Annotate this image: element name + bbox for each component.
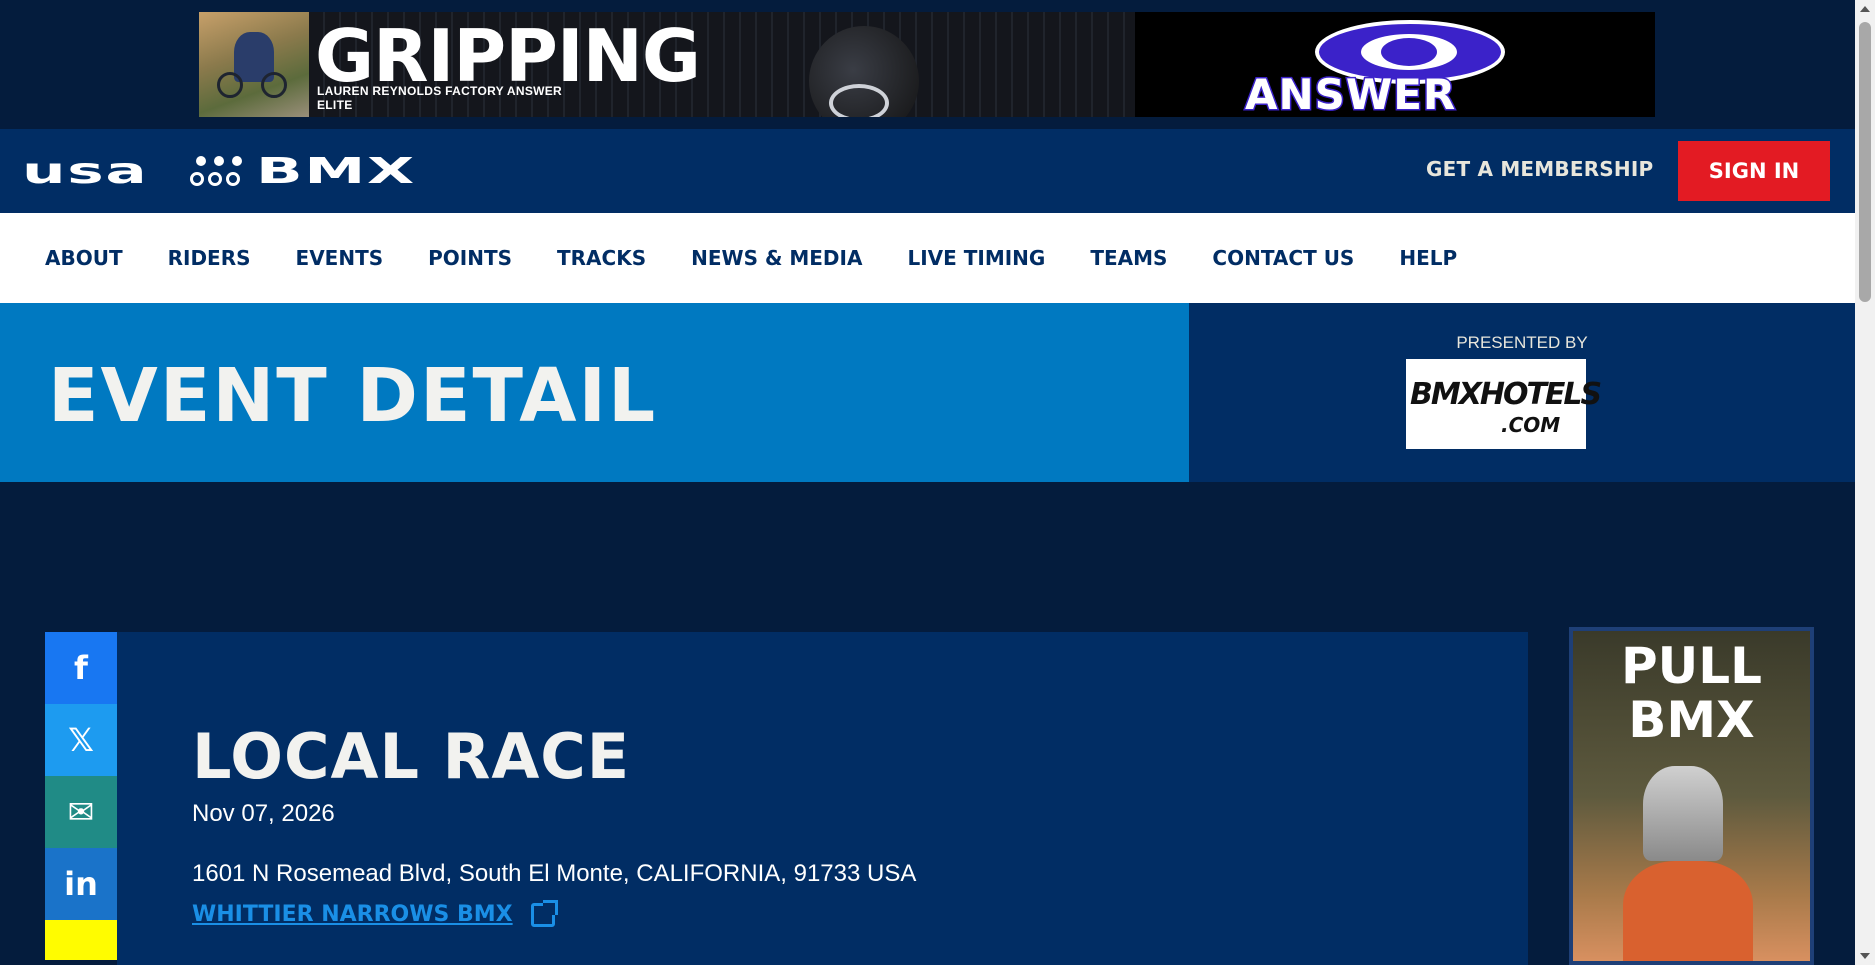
ad-text-bmx: BMX [1628,691,1755,749]
bmxhotels-logo[interactable]: BMXHOTELS .COM [1406,359,1602,449]
scroll-up-icon[interactable] [1860,6,1870,12]
grip-end-icon [809,26,919,117]
nav-item-contact-us[interactable]: CONTACT US [1212,246,1354,270]
track-link-label: WHITTIER NARROWS BMX [192,902,513,927]
facebook-share-button[interactable]: f [45,632,117,704]
nav-item-teams[interactable]: TEAMS [1090,246,1167,270]
ad-rider-photo [199,12,309,117]
event-title: LOCAL RACE [192,720,631,793]
nav-item-about[interactable]: ABOUT [45,246,123,270]
usa-bmx-logo[interactable]: usa BMX [22,150,414,192]
main-nav: ABOUT RIDERS EVENTS POINTS TRACKS NEWS &… [0,213,1855,303]
ad-brand-area: ANSWER [1135,12,1655,117]
pull-bmx-ad[interactable]: PULL BMX [1569,627,1814,965]
nav-item-points[interactable]: POINTS [428,246,512,270]
x-share-button[interactable]: 𝕏 [45,704,117,776]
site-header: usa BMX GET A MEMBERSHIP SIGN IN [0,129,1855,213]
facebook-icon: f [74,649,88,687]
sponsor-logo-text: BMXHOTELS [1410,377,1602,412]
pull-bmx-ad-image: PULL BMX [1573,631,1810,961]
linkedin-share-button[interactable]: in [45,848,117,920]
rider-photo [1623,861,1753,961]
ad-brand-name: ANSWER [1243,69,1457,118]
presented-by-panel: PRESENTED BY BMXHOTELS .COM [1189,303,1855,482]
event-card: LOCAL RACE Nov 07, 2026 1601 N Rosemead … [117,632,1528,965]
email-icon: ✉ [67,793,95,831]
presented-by-label: PRESENTED BY [1456,333,1588,352]
nav-item-events[interactable]: EVENTS [296,246,384,270]
x-icon: 𝕏 [68,721,94,759]
top-ad-region: GRIPPING LAUREN REYNOLDS FACTORY ANSWER … [0,0,1855,129]
event-address: 1601 N Rosemead Blvd, South El Monte, CA… [192,860,917,887]
scrollbar-thumb[interactable] [1859,22,1871,302]
nav-item-help[interactable]: HELP [1399,246,1457,270]
social-share-bar: f 𝕏 ✉ in [45,632,117,960]
logo-word-usa: usa [22,150,149,192]
linkedin-icon: in [64,865,98,903]
external-link-icon [530,899,558,927]
trophy-icon [1643,766,1723,861]
ad-subline-1: LAUREN REYNOLDS FACTORY ANSWER [317,84,563,98]
nav-item-riders[interactable]: RIDERS [168,246,251,270]
scroll-down-icon[interactable] [1860,953,1870,959]
page-title: EVENT DETAIL [48,353,658,439]
event-date: Nov 07, 2026 [192,800,335,827]
track-link[interactable]: WHITTIER NARROWS BMX [192,899,558,927]
nav-item-live-timing[interactable]: LIVE TIMING [907,246,1045,270]
ad-subline-2: ELITE [317,98,353,112]
logo-word-bmx: BMX [256,150,416,192]
sign-in-button[interactable]: SIGN IN [1678,141,1830,201]
email-share-button[interactable]: ✉ [45,776,117,848]
page-scrollbar[interactable] [1855,0,1875,965]
get-membership-link[interactable]: GET A MEMBERSHIP [1426,157,1653,181]
nav-item-tracks[interactable]: TRACKS [557,246,646,270]
bike-riders-icon [190,154,246,188]
answer-ad-banner[interactable]: GRIPPING LAUREN REYNOLDS FACTORY ANSWER … [199,12,1655,117]
hero-banner: EVENT DETAIL [0,303,1189,482]
ad-text-pull: PULL [1621,637,1762,695]
nav-item-news-media[interactable]: NEWS & MEDIA [691,246,862,270]
sponsor-logo-com: .COM [1501,413,1561,437]
snapchat-share-button[interactable] [45,920,117,960]
